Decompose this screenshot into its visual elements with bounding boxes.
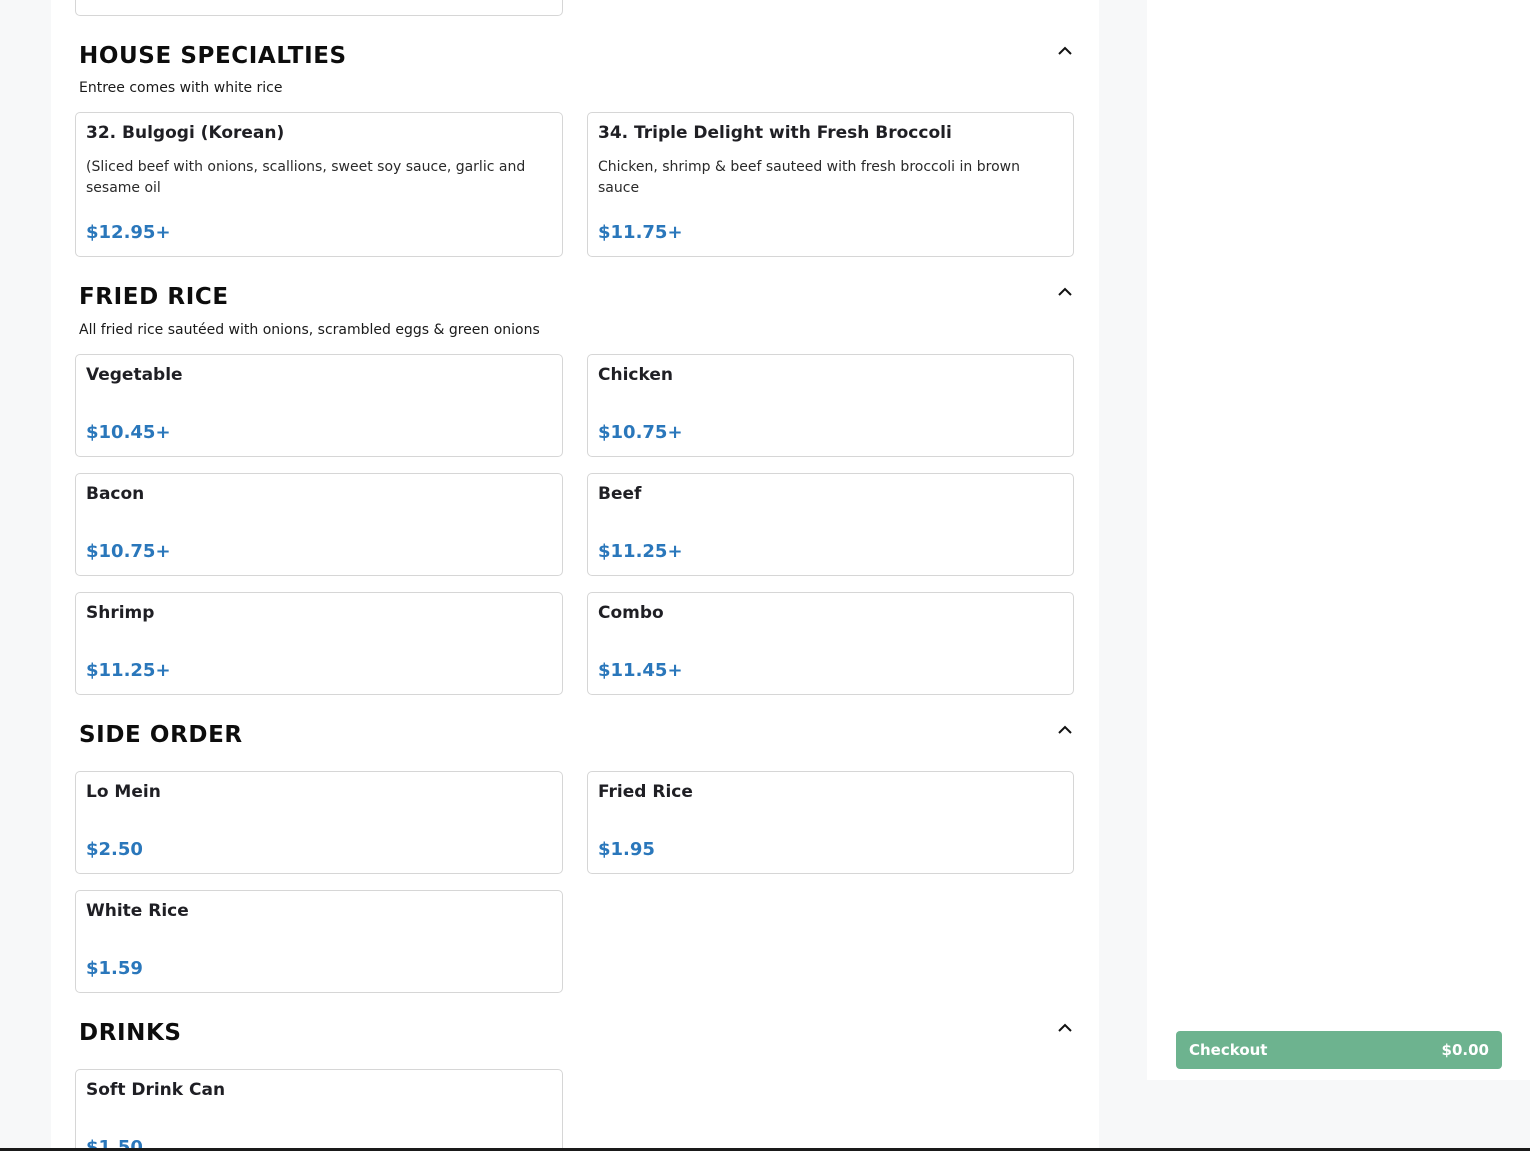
item-price: $1.59	[86, 958, 143, 979]
menu-item-card[interactable]: Soft Drink Can $1.50	[75, 1069, 563, 1151]
chevron-up-icon[interactable]	[1057, 723, 1073, 735]
item-price: $2.50	[86, 839, 143, 860]
menu-item-card[interactable]: Lo Mein $2.50	[75, 771, 563, 874]
item-price: $11.25+	[86, 660, 171, 681]
section-title-side-order: SIDE ORDER	[79, 722, 243, 748]
section-subtitle-house-specialties: Entree comes with white rice	[79, 80, 283, 96]
item-price: $11.45+	[598, 660, 683, 681]
menu-item-card[interactable]: White Rice $1.59	[75, 890, 563, 993]
item-name: Vegetable	[86, 365, 183, 385]
menu-item-card[interactable]: Fried Rice $1.95	[587, 771, 1074, 874]
item-name: Shrimp	[86, 603, 155, 623]
item-name: Chicken	[598, 365, 673, 385]
item-price: $1.95	[598, 839, 655, 860]
section-subtitle-fried-rice: All fried rice sautéed with onions, scra…	[79, 322, 540, 338]
item-name: Combo	[598, 603, 664, 623]
item-name: Lo Mein	[86, 782, 161, 802]
menu-item-card[interactable]: 34. Triple Delight with Fresh Broccoli C…	[587, 112, 1074, 257]
checkout-label: Checkout	[1189, 1041, 1268, 1059]
page: HOUSE SPECIALTIES Entree comes with whit…	[0, 0, 1530, 1151]
menu-item-card-partial[interactable]	[75, 0, 563, 16]
item-price: $10.75+	[598, 422, 683, 443]
item-price: $11.75+	[598, 222, 683, 243]
item-price: $10.45+	[86, 422, 171, 443]
cart-total: $0.00	[1441, 1041, 1489, 1059]
menu-item-card[interactable]: 32. Bulgogi (Korean) (Sliced beef with o…	[75, 112, 563, 257]
menu-item-card[interactable]: Bacon $10.75+	[75, 473, 563, 576]
item-name: Soft Drink Can	[86, 1080, 226, 1100]
item-name: Bacon	[86, 484, 145, 504]
checkout-button[interactable]: Checkout $0.00	[1176, 1031, 1502, 1069]
item-name: 34. Triple Delight with Fresh Broccoli	[598, 123, 952, 143]
section-title-fried-rice: FRIED RICE	[79, 284, 229, 310]
item-price: $11.25+	[598, 541, 683, 562]
chevron-up-icon[interactable]	[1057, 1021, 1073, 1033]
chevron-up-icon[interactable]	[1057, 285, 1073, 297]
section-title-drinks: DRINKS	[79, 1020, 182, 1046]
item-name: 32. Bulgogi (Korean)	[86, 123, 285, 143]
item-name: White Rice	[86, 901, 189, 921]
menu-item-card[interactable]: Beef $11.25+	[587, 473, 1074, 576]
menu-item-card[interactable]: Combo $11.45+	[587, 592, 1074, 695]
item-price: $10.75+	[86, 541, 171, 562]
menu-item-card[interactable]: Vegetable $10.45+	[75, 354, 563, 457]
item-name: Beef	[598, 484, 642, 504]
menu-item-card[interactable]: Shrimp $11.25+	[75, 592, 563, 695]
item-description: (Sliced beef with onions, scallions, swe…	[86, 159, 526, 196]
section-title-house-specialties: HOUSE SPECIALTIES	[79, 43, 347, 69]
item-name: Fried Rice	[598, 782, 693, 802]
chevron-up-icon[interactable]	[1057, 44, 1073, 56]
item-description: Chicken, shrimp & beef sauteed with fres…	[598, 159, 1020, 196]
cart-panel	[1147, 0, 1530, 1080]
item-price: $12.95+	[86, 222, 171, 243]
menu-item-card[interactable]: Chicken $10.75+	[587, 354, 1074, 457]
